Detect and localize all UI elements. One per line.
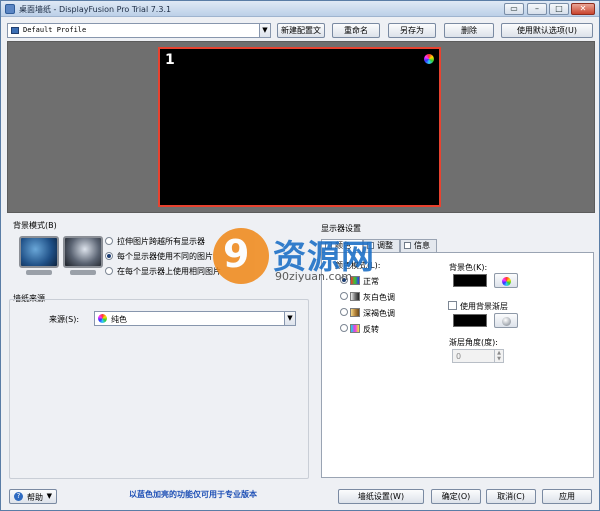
spinner-arrows-icon[interactable]: ▲ ▼ bbox=[494, 350, 503, 362]
color-mode-sepia: 深褐色调 bbox=[363, 309, 395, 318]
chevron-down-icon[interactable]: ▼ bbox=[259, 24, 270, 37]
tab-color-icon bbox=[325, 242, 332, 249]
use-gradient-checkbox[interactable] bbox=[448, 301, 457, 310]
tab-adjust-icon bbox=[367, 242, 374, 249]
normal-mode-icon bbox=[350, 276, 360, 285]
color-wheel-icon bbox=[424, 54, 434, 64]
close-button[interactable]: ✕ bbox=[571, 3, 595, 15]
color-mode-radio-grayscale[interactable] bbox=[340, 292, 348, 300]
source-dropdown[interactable]: 纯色 ▼ bbox=[94, 311, 296, 326]
bg-mode-option-stretch: 拉伸图片跨越所有显示器 bbox=[117, 237, 205, 246]
wallpaper-source-group bbox=[9, 299, 309, 479]
tab-color[interactable]: 颜色 bbox=[321, 239, 363, 253]
ok-button[interactable]: 确定(O) bbox=[431, 489, 481, 504]
monitor-stand bbox=[26, 270, 52, 275]
help-button[interactable]: ? 帮助 ▼ bbox=[9, 489, 57, 504]
display-settings-label: 显示器设置 bbox=[321, 224, 361, 233]
color-wheel-icon bbox=[502, 277, 511, 286]
bg-mode-illustration bbox=[17, 234, 109, 280]
maximize-button[interactable]: □ bbox=[549, 3, 569, 15]
tab-adjust-label: 调整 bbox=[377, 241, 393, 250]
tab-info-icon bbox=[404, 242, 411, 249]
monitor-galaxy-icon bbox=[63, 236, 103, 268]
save-as-button[interactable]: 另存为 bbox=[388, 23, 436, 38]
main-window: 桌面墙纸 - DisplayFusion Pro Trial 7.3.1 ▭ –… bbox=[0, 0, 600, 511]
title-bar: 桌面墙纸 - DisplayFusion Pro Trial 7.3.1 ▭ –… bbox=[1, 1, 599, 17]
monitor-icon bbox=[11, 27, 19, 34]
monitor-layout-area: 1 bbox=[7, 41, 595, 213]
bg-color-label: 背景色(K): bbox=[449, 263, 488, 272]
bg-mode-label: 背景模式(B) bbox=[13, 221, 57, 230]
pro-feature-note: 以蓝色加亮的功能仅可用于专业版本 bbox=[129, 490, 257, 499]
window-title: 桌面墙纸 - DisplayFusion Pro Trial 7.3.1 bbox=[19, 5, 172, 14]
profile-dropdown[interactable]: Default Profile ▼ bbox=[7, 23, 271, 38]
color-mode-label: 颜色模式(L): bbox=[335, 261, 381, 270]
chevron-down-icon[interactable]: ▼ bbox=[284, 312, 295, 325]
delete-button[interactable]: 删除 bbox=[444, 23, 494, 38]
profile-value: Default Profile bbox=[23, 26, 87, 34]
color-mode-normal: 正常 bbox=[363, 277, 379, 286]
use-default-button[interactable]: 使用默认选项(U) bbox=[501, 23, 593, 38]
gradient-color-picker-button[interactable] bbox=[494, 313, 518, 328]
wallpaper-settings-button[interactable]: 墙纸设置(W) bbox=[338, 489, 424, 504]
gradient-angle-value: 0 bbox=[456, 352, 462, 361]
sepia-mode-icon bbox=[350, 308, 360, 317]
toolbar: Default Profile ▼ 新建配置文 重命名 另存为 删除 使用默认选… bbox=[1, 21, 599, 41]
cancel-button[interactable]: 取消(C) bbox=[486, 489, 536, 504]
color-mode-radio-normal[interactable] bbox=[340, 276, 348, 284]
grayscale-mode-icon bbox=[350, 292, 360, 301]
color-mode-grayscale: 灰白色调 bbox=[363, 293, 395, 302]
color-mode-invert: 反转 bbox=[363, 325, 379, 334]
watermark-logo: 9 bbox=[213, 228, 269, 284]
gradient-angle-label: 渐层角度(度): bbox=[449, 338, 498, 347]
restore-display-icon[interactable]: ▭ bbox=[504, 3, 524, 15]
chevron-down-icon: ▼ bbox=[46, 492, 52, 500]
bg-color-picker-button[interactable] bbox=[494, 273, 518, 288]
apply-button[interactable]: 应用 bbox=[542, 489, 592, 504]
color-picker-icon bbox=[502, 317, 511, 326]
source-value: 纯色 bbox=[111, 315, 127, 324]
color-mode-radio-invert[interactable] bbox=[340, 324, 348, 332]
tab-info-label: 信息 bbox=[414, 241, 430, 250]
monitor-stand bbox=[70, 270, 96, 275]
bg-mode-option-different: 每个显示器使用不同的图片 bbox=[117, 252, 213, 261]
bg-mode-radio-same[interactable] bbox=[105, 267, 113, 275]
tab-adjust[interactable]: 调整 bbox=[363, 239, 400, 252]
rename-button[interactable]: 重命名 bbox=[332, 23, 380, 38]
gradient-color-swatch bbox=[453, 314, 487, 327]
tab-color-label: 颜色 bbox=[335, 241, 351, 250]
help-icon: ? bbox=[14, 492, 23, 501]
monitor-1[interactable]: 1 bbox=[158, 47, 441, 207]
bg-color-swatch bbox=[453, 274, 487, 287]
watermark-logo-digit: 9 bbox=[223, 232, 250, 276]
bg-mode-option-same: 在每个显示器上使用相同图片 bbox=[117, 267, 221, 276]
minimize-button[interactable]: – bbox=[527, 3, 547, 15]
invert-mode-icon bbox=[350, 324, 360, 333]
help-label: 帮助 bbox=[27, 493, 43, 502]
source-label: 来源(S): bbox=[49, 315, 80, 324]
app-icon bbox=[5, 4, 15, 14]
color-mode-radio-sepia[interactable] bbox=[340, 308, 348, 316]
gradient-angle-spinner[interactable]: 0 ▲ ▼ bbox=[452, 349, 504, 363]
bg-mode-radio-stretch[interactable] bbox=[105, 237, 113, 245]
monitor-number: 1 bbox=[165, 52, 175, 68]
new-profile-button[interactable]: 新建配置文 bbox=[277, 23, 325, 38]
tab-info[interactable]: 信息 bbox=[400, 239, 437, 252]
color-wheel-icon bbox=[98, 314, 107, 323]
bg-mode-radio-different[interactable] bbox=[105, 252, 113, 260]
monitor-earth-icon bbox=[19, 236, 59, 268]
use-gradient-label: 使用背景渐层 bbox=[460, 302, 508, 311]
